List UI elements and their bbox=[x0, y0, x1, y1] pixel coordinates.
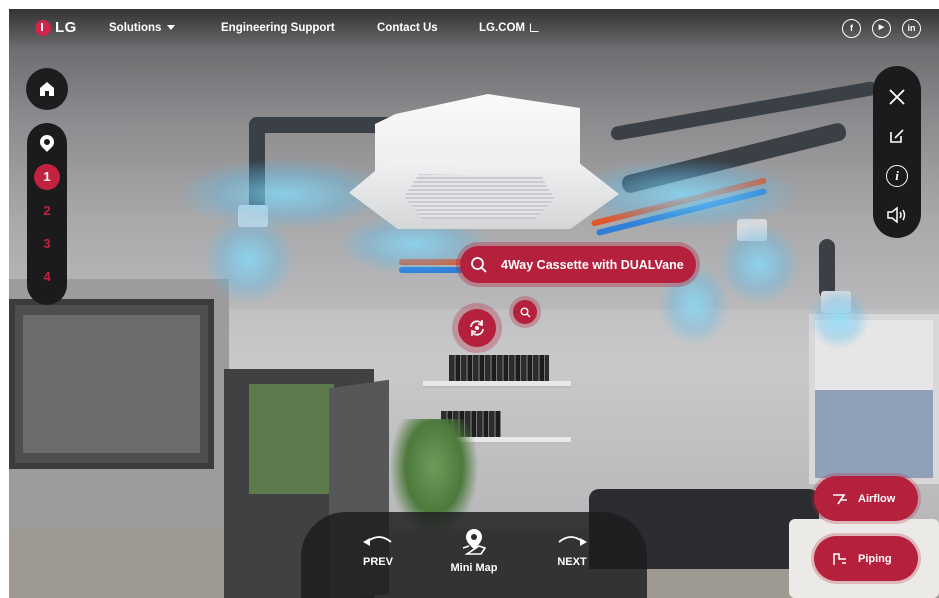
home-icon bbox=[40, 82, 54, 96]
map-pin-icon bbox=[462, 529, 487, 555]
nav-lg-com-label: LG.COM bbox=[479, 22, 525, 34]
nav-engineering-support[interactable]: Engineering Support bbox=[221, 22, 335, 34]
airflow-effect bbox=[719, 224, 799, 304]
youtube-icon[interactable]: ▶ bbox=[872, 19, 891, 38]
nav-lg-com[interactable]: LG.COM bbox=[479, 22, 539, 34]
close-icon bbox=[889, 89, 905, 105]
mini-map-button[interactable]: Mini Map bbox=[429, 526, 519, 574]
door-window bbox=[249, 384, 334, 494]
location-2[interactable]: 2 bbox=[27, 203, 67, 218]
home-button[interactable] bbox=[26, 68, 68, 110]
product-hotspot-4way-cassette[interactable]: 4Way Cassette with DUALVane bbox=[460, 246, 696, 283]
airflow-button[interactable]: Airflow bbox=[814, 476, 918, 521]
logo-text: LG bbox=[55, 19, 77, 36]
right-toolbar: i bbox=[873, 66, 921, 238]
next-button[interactable]: NEXT bbox=[527, 532, 617, 568]
external-link-icon bbox=[530, 23, 539, 32]
arrow-back-icon bbox=[363, 536, 392, 546]
close-button[interactable] bbox=[873, 82, 921, 112]
prev-button[interactable]: PREV bbox=[333, 532, 423, 568]
nav-solutions-label: Solutions bbox=[109, 22, 162, 34]
rotate-view-hotspot[interactable] bbox=[458, 309, 496, 347]
edit-icon bbox=[890, 129, 904, 143]
scene-viewport[interactable]: LG Solutions Engineering Support Contact… bbox=[9, 9, 939, 598]
top-navigation: LG Solutions Engineering Support Contact… bbox=[9, 9, 939, 49]
shelf-upper bbox=[423, 381, 571, 388]
rotate-icon bbox=[470, 320, 484, 336]
sound-button[interactable] bbox=[873, 200, 921, 230]
lg-logo[interactable]: LG bbox=[35, 19, 77, 36]
caret-down-icon bbox=[167, 25, 176, 31]
airflow-icon bbox=[833, 493, 847, 504]
zoom-hotspot[interactable] bbox=[513, 300, 537, 324]
lg-logo-mark-icon bbox=[35, 19, 51, 36]
location-3[interactable]: 3 bbox=[27, 236, 67, 251]
airflow-effect bbox=[809, 289, 869, 349]
linkedin-icon[interactable]: in bbox=[902, 19, 921, 38]
nav-contact-us[interactable]: Contact Us bbox=[377, 22, 438, 34]
bottom-navigation: PREV Mini Map NEXT bbox=[301, 512, 647, 598]
piping-button[interactable]: Piping bbox=[814, 536, 918, 581]
piping-icon bbox=[833, 552, 846, 565]
location-4[interactable]: 4 bbox=[27, 269, 67, 284]
location-pin-icon bbox=[37, 132, 57, 152]
mini-map-label: Mini Map bbox=[450, 562, 498, 574]
airflow-label: Airflow bbox=[858, 492, 896, 505]
hotspot-label: 4Way Cassette with DUALVane bbox=[501, 257, 684, 272]
edit-button[interactable] bbox=[873, 121, 921, 151]
location-1[interactable]: 1 bbox=[34, 164, 60, 190]
next-label: NEXT bbox=[557, 556, 587, 568]
cassette-unit-grille bbox=[404, 174, 554, 219]
search-icon bbox=[520, 307, 530, 317]
prev-label: PREV bbox=[363, 556, 393, 568]
arrow-forward-icon bbox=[558, 536, 587, 546]
search-icon bbox=[460, 246, 497, 283]
info-icon: i bbox=[886, 165, 908, 187]
piping-label: Piping bbox=[858, 552, 892, 565]
facebook-icon[interactable]: f bbox=[842, 19, 861, 38]
books-upper bbox=[449, 355, 549, 381]
info-button[interactable]: i bbox=[873, 161, 921, 191]
nav-solutions[interactable]: Solutions bbox=[109, 22, 176, 34]
speaker-icon bbox=[887, 206, 906, 224]
whiteboard bbox=[9, 299, 214, 469]
location-selector: 1 2 3 4 bbox=[27, 123, 67, 305]
